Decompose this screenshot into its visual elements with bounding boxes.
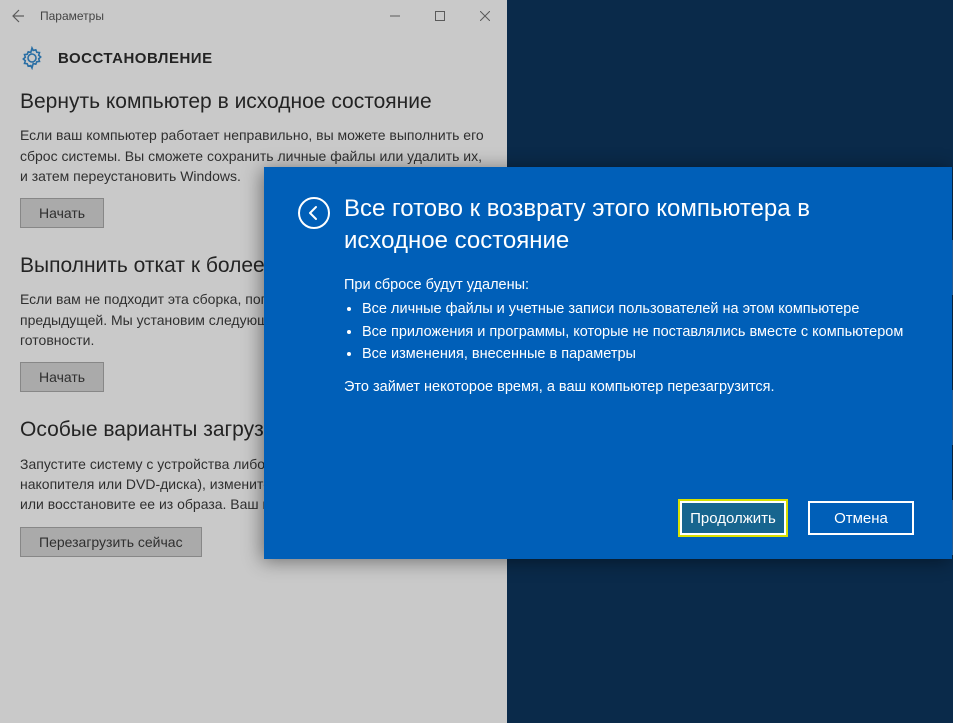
- window-controls: [372, 0, 507, 32]
- continue-button[interactable]: Продолжить: [680, 501, 786, 535]
- maximize-button[interactable]: [417, 0, 462, 32]
- dialog-intro: При сбросе будут удалены:: [344, 274, 918, 296]
- dialog-body: При сбросе будут удалены: Все личные фай…: [298, 258, 918, 398]
- minimize-button[interactable]: [372, 0, 417, 32]
- dialog-note: Это займет некоторое время, а ваш компью…: [344, 376, 918, 398]
- reset-start-button[interactable]: Начать: [20, 198, 104, 228]
- page-title: ВОССТАНОВЛЕНИЕ: [58, 50, 213, 67]
- gear-icon: [20, 46, 44, 70]
- dialog-bullet: Все изменения, внесенные в параметры: [362, 343, 918, 365]
- page-header: ВОССТАНОВЛЕНИЕ: [0, 32, 507, 88]
- dialog-back-button[interactable]: [298, 197, 330, 229]
- cancel-button[interactable]: Отмена: [808, 501, 914, 535]
- dialog-bullet: Все приложения и программы, которые не п…: [362, 321, 918, 343]
- rollback-start-button[interactable]: Начать: [20, 362, 104, 392]
- back-button[interactable]: [8, 7, 26, 25]
- restart-now-button[interactable]: Перезагрузить сейчас: [20, 527, 202, 557]
- dialog-bullet-list: Все личные файлы и учетные записи пользо…: [344, 298, 918, 365]
- dialog-footer: Продолжить Отмена: [298, 501, 918, 535]
- section-heading: Вернуть компьютер в исходное состояние: [20, 88, 487, 115]
- dialog-bullet: Все личные файлы и учетные записи пользо…: [362, 298, 918, 320]
- dialog-title: Все готово к возврату этого компьютера в…: [344, 193, 918, 258]
- close-button[interactable]: [462, 0, 507, 32]
- reset-confirmation-dialog: Все готово к возврату этого компьютера в…: [264, 167, 952, 559]
- window-title: Параметры: [40, 9, 104, 23]
- titlebar: Параметры: [0, 0, 507, 32]
